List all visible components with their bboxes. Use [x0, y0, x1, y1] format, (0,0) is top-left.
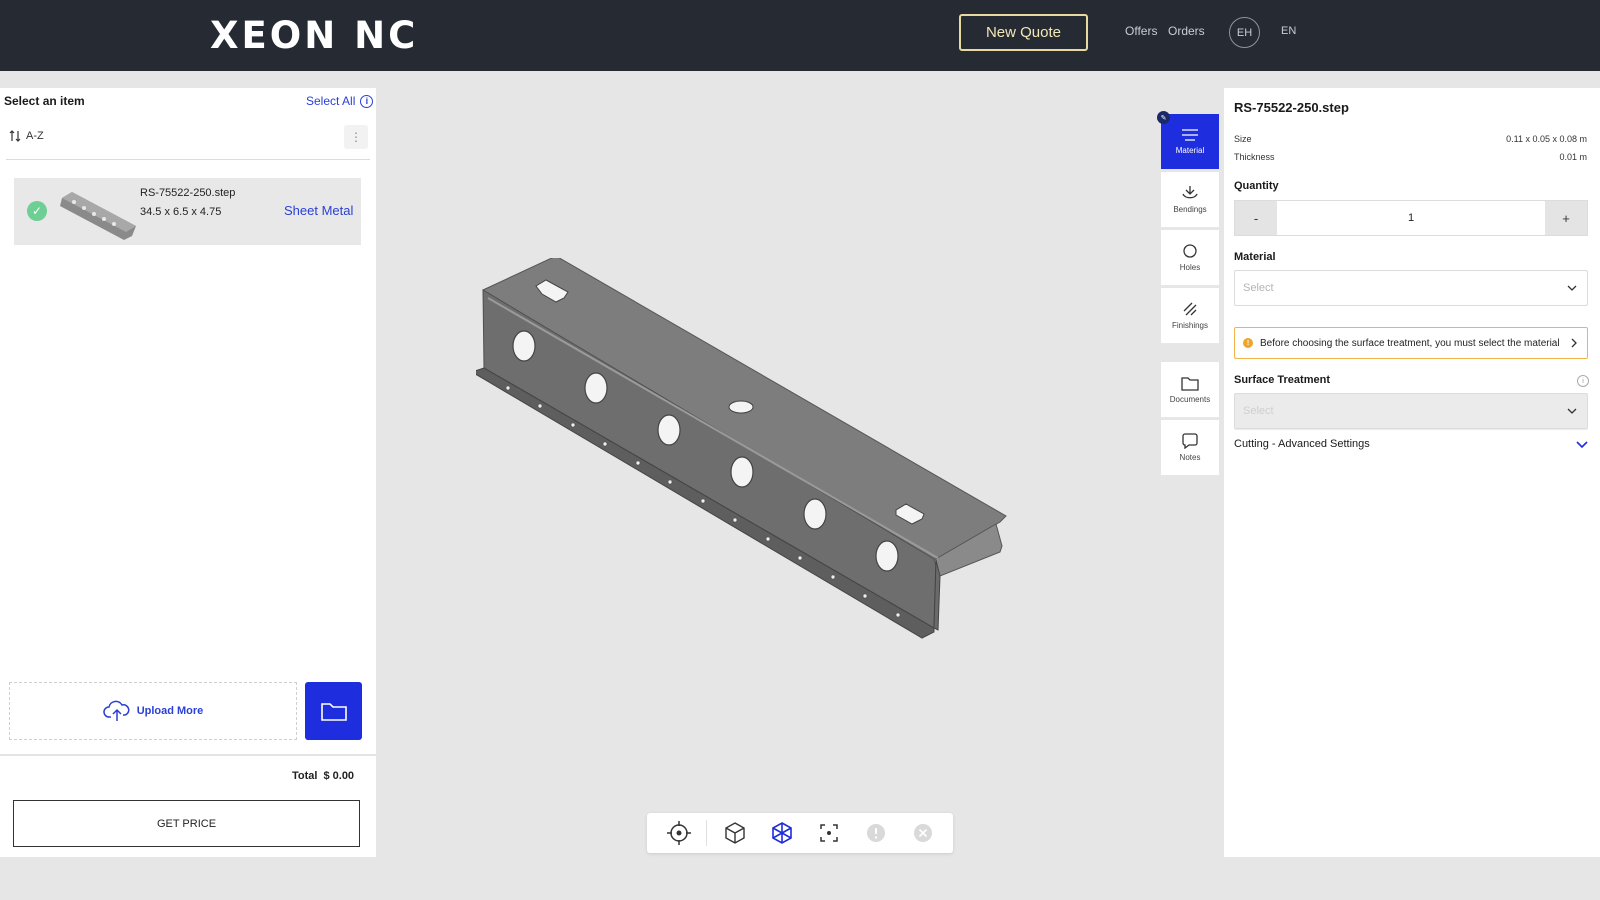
surface-placeholder: Select [1243, 405, 1274, 417]
logo: XEON NC [210, 14, 419, 57]
tab-label: Holes [1179, 263, 1201, 272]
more-options-icon[interactable]: ⋮ [344, 125, 368, 149]
tab-label: Documents [1169, 394, 1211, 404]
size-label: Size [1234, 134, 1252, 144]
sort-label: A-Z [26, 130, 44, 142]
thickness-row: Thickness 0.01 m [1234, 152, 1587, 162]
divider [0, 754, 376, 756]
advanced-settings-label: Cutting - Advanced Settings [1234, 438, 1370, 450]
check-icon[interactable]: ✓ [27, 201, 47, 221]
avatar[interactable]: EH [1229, 17, 1260, 48]
tab-label: Material [1175, 146, 1205, 155]
select-all-link[interactable]: Select All i [306, 94, 374, 108]
tab-notes[interactable]: Notes [1161, 420, 1219, 476]
tab-documents[interactable]: Documents [1161, 362, 1219, 418]
list-item[interactable]: ✓ RS-75522-250.step 34.5 x 6.5 x 4.75 Sh… [14, 178, 361, 245]
nav-offers[interactable]: Offers [1125, 24, 1157, 38]
close-icon[interactable] [899, 813, 946, 853]
warning-icon: ! [1243, 338, 1253, 348]
cube-view-icon[interactable] [711, 813, 758, 853]
total-value: $ 0.00 [323, 770, 355, 782]
folder-icon [1181, 376, 1199, 391]
browse-folder-button[interactable] [305, 682, 362, 740]
panel-title: Select an item [4, 94, 85, 108]
sort-toggle[interactable]: A-Z [9, 130, 44, 142]
3d-viewer[interactable] [376, 88, 1162, 857]
thickness-value: 0.01 m [1559, 152, 1587, 162]
material-select[interactable]: Select [1234, 270, 1588, 306]
total-label: Total [292, 770, 318, 782]
quantity-input[interactable] [1277, 201, 1545, 235]
thickness-label: Thickness [1234, 152, 1275, 162]
upload-more-label: Upload More [136, 705, 204, 717]
sort-icon [9, 130, 21, 142]
item-filename: RS-75522-250.step [140, 187, 236, 199]
tab-label: Finishings [1171, 321, 1208, 330]
cloud-upload-icon [103, 700, 130, 721]
hatch-icon [1183, 302, 1197, 316]
fit-view-icon[interactable] [805, 813, 852, 853]
warning-text: Before choosing the surface treatment, y… [1260, 337, 1560, 349]
tab-material[interactable]: Material [1161, 114, 1219, 170]
size-row: Size 0.11 x 0.05 x 0.08 m [1234, 134, 1587, 144]
viewer-toolbar [647, 813, 953, 853]
chevron-down-icon [1567, 285, 1577, 291]
part-title: RS-75522-250.step [1234, 100, 1349, 115]
item-type[interactable]: Sheet Metal [284, 203, 353, 218]
surface-treatment-select[interactable]: Select [1234, 393, 1588, 429]
part-thumbnail [60, 192, 136, 240]
top-header: XEON NC New Quote Offers Orders EH EN [0, 0, 1600, 71]
info-icon[interactable]: i [360, 94, 374, 108]
total-summary: Total $ 0.00 [292, 770, 354, 782]
target-icon[interactable] [655, 813, 702, 853]
wrench-icon: ✎ [1157, 111, 1170, 124]
chevron-down-icon [1576, 440, 1588, 448]
surface-treatment-label: Surface Treatment [1234, 374, 1330, 386]
lines-icon [1182, 129, 1198, 141]
new-quote-button[interactable]: New Quote [959, 14, 1088, 51]
part-3d-model[interactable] [476, 258, 1036, 658]
divider [706, 820, 707, 846]
material-warning[interactable]: ! Before choosing the surface treatment,… [1234, 327, 1588, 359]
quantity-stepper: - + [1234, 200, 1588, 236]
folder-icon [320, 703, 347, 721]
info-icon[interactable]: i [1577, 375, 1589, 387]
tab-label: Bendings [1173, 205, 1207, 214]
wireframe-icon[interactable] [758, 813, 805, 853]
alert-icon[interactable] [852, 813, 899, 853]
upload-more-button[interactable]: Upload More [9, 682, 297, 740]
advanced-settings-toggle[interactable]: Cutting - Advanced Settings [1234, 438, 1588, 450]
divider [6, 159, 370, 160]
config-panel: RS-75522-250.step Size 0.11 x 0.05 x 0.0… [1224, 88, 1600, 857]
tab-holes[interactable]: Holes [1161, 230, 1219, 286]
tab-bendings[interactable]: Bendings [1161, 172, 1219, 228]
increment-button[interactable]: + [1545, 201, 1587, 235]
bend-icon [1182, 186, 1198, 199]
tab-label: Notes [1179, 453, 1201, 462]
size-value: 0.11 x 0.05 x 0.08 m [1506, 134, 1587, 144]
quantity-label: Quantity [1234, 180, 1279, 192]
items-panel: Select an item Select All i A-Z ⋮ ✓ RS-7… [0, 88, 376, 857]
tab-finishings[interactable]: Finishings [1161, 288, 1219, 344]
nav-orders[interactable]: Orders [1168, 24, 1205, 38]
divider [1234, 429, 1588, 430]
circle-icon [1183, 244, 1197, 258]
item-dimensions: 34.5 x 6.5 x 4.75 [140, 206, 222, 218]
select-all-label: Select All [306, 94, 356, 108]
get-price-button[interactable]: GET PRICE [13, 800, 360, 847]
language-selector[interactable]: EN [1281, 25, 1296, 37]
note-icon [1182, 433, 1198, 449]
material-placeholder: Select [1243, 282, 1274, 294]
chevron-down-icon [1567, 408, 1577, 414]
material-label: Material [1234, 251, 1276, 263]
decrement-button[interactable]: - [1235, 201, 1277, 235]
chevron-right-icon [1571, 338, 1577, 348]
